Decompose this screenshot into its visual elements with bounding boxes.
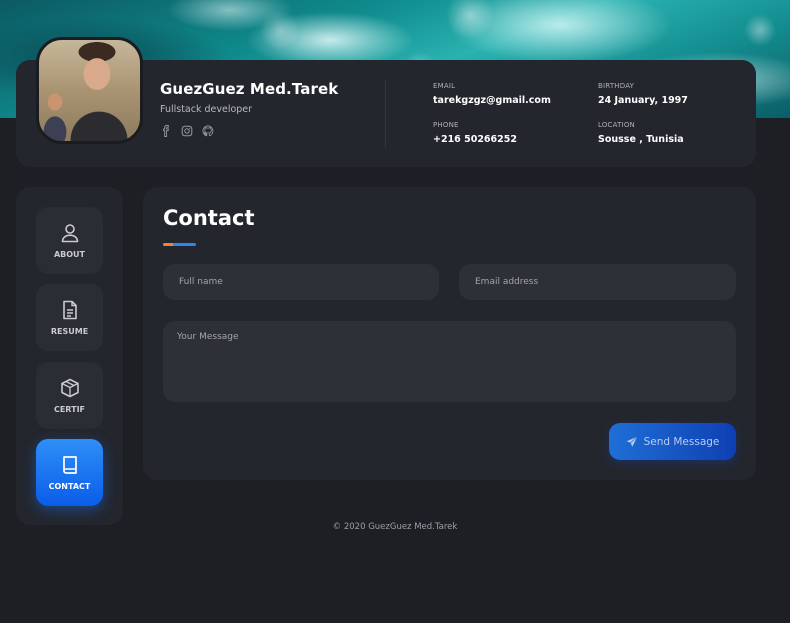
nav-label-about: ABOUT (53, 250, 86, 259)
nav-label-resume: RESUME (50, 327, 89, 336)
social-links (160, 122, 214, 138)
email-input[interactable] (459, 264, 736, 300)
profile-name: GuezGuez Med.Tarek (160, 80, 339, 98)
send-message-label: Send Message (643, 435, 720, 448)
avatar (36, 37, 143, 144)
phone-value[interactable]: +216 50266252 (433, 134, 517, 145)
birthday-value: 24 January, 1997 (598, 95, 688, 106)
document-icon (62, 300, 77, 320)
profile-divider (385, 80, 386, 148)
fullname-input[interactable] (163, 264, 439, 300)
book-icon (62, 456, 77, 474)
nav-label-contact: CONTACT (48, 482, 91, 491)
user-icon (61, 224, 78, 243)
profile-role: Fullstack developer (160, 104, 253, 115)
title-underline (163, 243, 196, 246)
nav-item-contact[interactable]: CONTACT (36, 439, 103, 506)
send-message-button[interactable]: Send Message (609, 423, 736, 460)
nav-label-certif: CERTIF (53, 405, 86, 414)
location-value: Sousse , Tunisia (598, 134, 684, 145)
email-label: EMAIL (433, 82, 456, 90)
nav-item-certif[interactable]: CERTIF (36, 362, 103, 429)
nav-item-resume[interactable]: RESUME (36, 284, 103, 351)
github-icon[interactable] (202, 122, 214, 137)
birthday-label: BIRTHDAY (598, 82, 635, 90)
footer-copyright: © 2020 GuezGuez Med.Tarek (332, 522, 458, 532)
send-icon (626, 435, 638, 447)
message-textarea[interactable] (163, 321, 736, 402)
box-icon (60, 378, 79, 398)
facebook-icon[interactable] (160, 122, 172, 138)
page-title: Contact (163, 206, 255, 230)
location-label: LOCATION (598, 121, 635, 129)
email-value[interactable]: tarekgzgz@gmail.com (433, 95, 551, 106)
phone-label: PHONE (433, 121, 459, 129)
instagram-icon[interactable] (181, 122, 193, 137)
nav-item-about[interactable]: ABOUT (36, 207, 103, 274)
